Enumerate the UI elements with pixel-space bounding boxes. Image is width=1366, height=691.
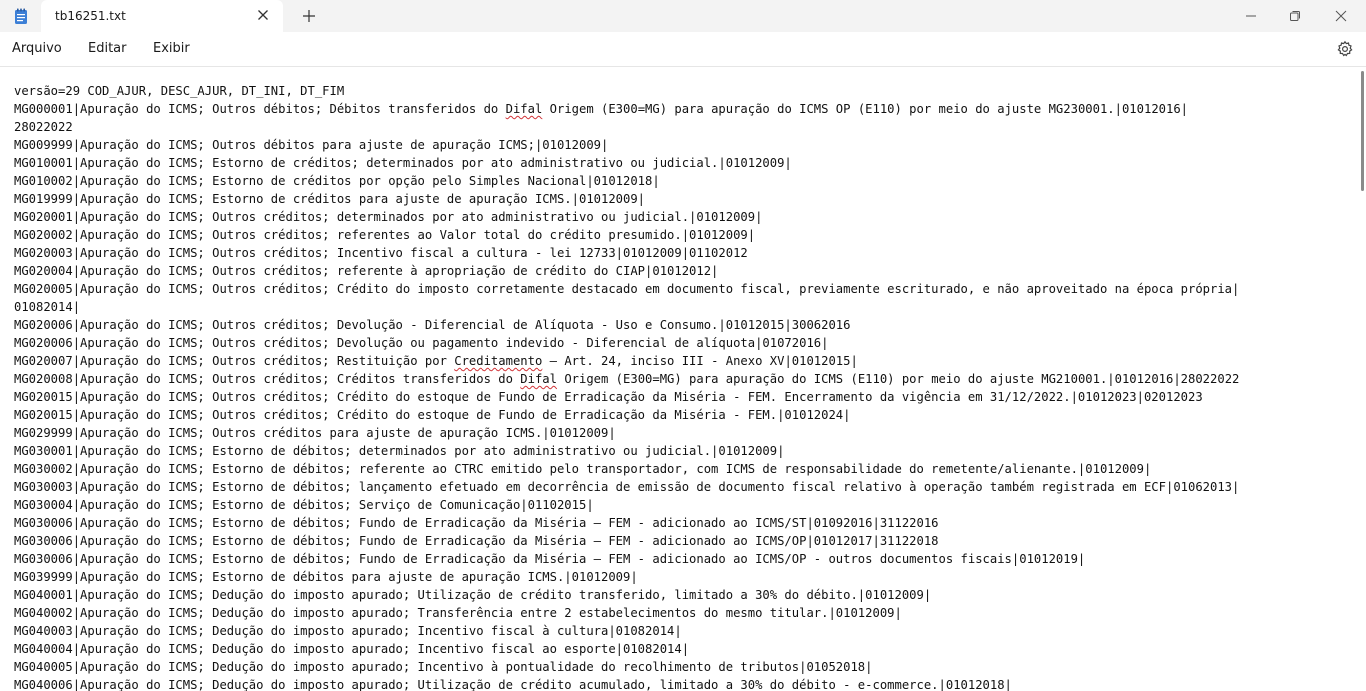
text-line: MG020008|Apuração do ICMS; Outros crédit… bbox=[14, 372, 1240, 386]
text-line: MG030006|Apuração do ICMS; Estorno de dé… bbox=[14, 516, 939, 530]
menu-bar: Arquivo Editar Exibir bbox=[0, 32, 1366, 66]
close-icon bbox=[1335, 10, 1347, 22]
menu-exibir[interactable]: Exibir bbox=[153, 41, 190, 56]
text-line: MG020004|Apuração do ICMS; Outros crédit… bbox=[14, 264, 719, 278]
close-window-button[interactable] bbox=[1318, 0, 1364, 32]
text-line: MG010002|Apuração do ICMS; Estorno de cr… bbox=[14, 174, 660, 188]
text-line: MG020007|Apuração do ICMS; Outros crédit… bbox=[14, 354, 858, 368]
title-bar: tb16251.txt bbox=[0, 0, 1366, 32]
text-line: MG039999|Apuração do ICMS; Estorno de dé… bbox=[14, 570, 638, 584]
text-line: MG029999|Apuração do ICMS; Outros crédit… bbox=[14, 426, 616, 440]
text-line: MG020015|Apuração do ICMS; Outros crédit… bbox=[14, 390, 1203, 404]
minimize-icon bbox=[1246, 15, 1256, 17]
text-line: MG020001|Apuração do ICMS; Outros crédit… bbox=[14, 210, 763, 224]
menu-arquivo[interactable]: Arquivo bbox=[12, 41, 62, 56]
minimize-button[interactable] bbox=[1228, 0, 1274, 32]
text-line: MG040003|Apuração do ICMS; Dedução do im… bbox=[14, 624, 682, 638]
text-line: MG030004|Apuração do ICMS; Estorno de dé… bbox=[14, 498, 594, 512]
restore-button[interactable] bbox=[1272, 0, 1318, 32]
text-line: MG020006|Apuração do ICMS; Outros crédit… bbox=[14, 318, 851, 332]
menu-editar[interactable]: Editar bbox=[88, 41, 127, 56]
text-line: versão=29 COD_AJUR, DESC_AJUR, DT_INI, D… bbox=[14, 84, 345, 98]
close-icon[interactable] bbox=[255, 7, 271, 23]
text-line: MG020015|Apuração do ICMS; Outros crédit… bbox=[14, 408, 851, 422]
file-tab[interactable]: tb16251.txt bbox=[41, 0, 283, 32]
text-line: 01082014| bbox=[14, 300, 81, 314]
restore-icon bbox=[1290, 11, 1300, 21]
tab-title: tb16251.txt bbox=[55, 9, 126, 23]
text-line: MG020003|Apuração do ICMS; Outros crédit… bbox=[14, 246, 748, 260]
plus-icon[interactable] bbox=[300, 7, 318, 25]
text-line: MG019999|Apuração do ICMS; Estorno de cr… bbox=[14, 192, 646, 206]
text-line: MG040006|Apuração do ICMS; Dedução do im… bbox=[14, 678, 1012, 691]
text-line: MG030001|Apuração do ICMS; Estorno de dé… bbox=[14, 444, 785, 458]
gear-icon[interactable] bbox=[1336, 40, 1354, 58]
text-line: MG040002|Apuração do ICMS; Dedução do im… bbox=[14, 606, 902, 620]
text-line: MG030006|Apuração do ICMS; Estorno de dé… bbox=[14, 534, 939, 548]
text-line: MG030006|Apuração do ICMS; Estorno de dé… bbox=[14, 552, 1086, 566]
vertical-scrollbar[interactable] bbox=[1359, 67, 1366, 691]
text-line: MG030002|Apuração do ICMS; Estorno de dé… bbox=[14, 462, 1152, 476]
text-line: MG040005|Apuração do ICMS; Dedução do im… bbox=[14, 660, 873, 674]
text-line: MG009999|Apuração do ICMS; Outros débito… bbox=[14, 138, 609, 152]
spelling-error-word[interactable]: Difal bbox=[520, 372, 557, 386]
text-line: MG020002|Apuração do ICMS; Outros crédit… bbox=[14, 228, 756, 242]
text-line: MG000001|Apuração do ICMS; Outros débito… bbox=[14, 102, 1189, 116]
spelling-error-word[interactable]: Difal bbox=[506, 102, 543, 116]
text-editor[interactable]: versão=29 COD_AJUR, DESC_AJUR, DT_INI, D… bbox=[0, 66, 1366, 691]
text-line: MG040004|Apuração do ICMS; Dedução do im… bbox=[14, 642, 690, 656]
editor-content[interactable]: versão=29 COD_AJUR, DESC_AJUR, DT_INI, D… bbox=[14, 82, 1354, 691]
text-line: MG020005|Apuração do ICMS; Outros crédit… bbox=[14, 282, 1240, 296]
text-line: MG040001|Apuração do ICMS; Dedução do im… bbox=[14, 588, 932, 602]
text-line: MG020006|Apuração do ICMS; Outros crédit… bbox=[14, 336, 829, 350]
spelling-error-word[interactable]: Creditamento bbox=[454, 354, 542, 368]
scrollbar-thumb[interactable] bbox=[1361, 71, 1364, 191]
text-line: 28022022 bbox=[14, 120, 73, 134]
text-line: MG030003|Apuração do ICMS; Estorno de dé… bbox=[14, 480, 1240, 494]
notepad-icon bbox=[15, 8, 27, 24]
text-line: MG010001|Apuração do ICMS; Estorno de cr… bbox=[14, 156, 792, 170]
